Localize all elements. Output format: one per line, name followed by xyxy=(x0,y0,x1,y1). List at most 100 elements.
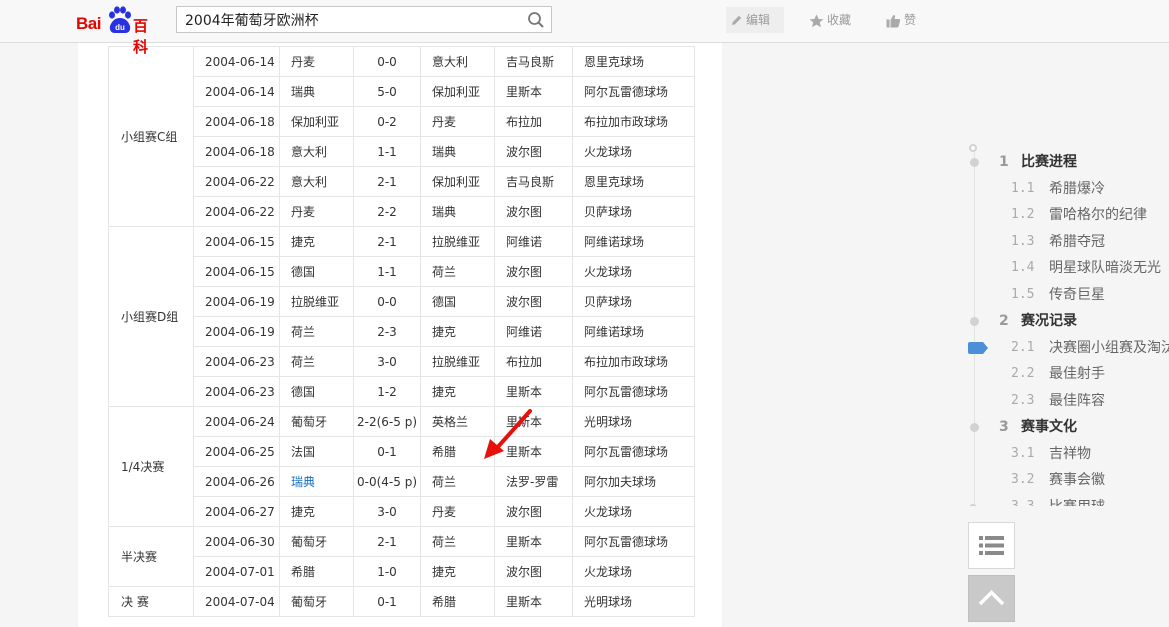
baidu-baike-logo[interactable]: Bai du 百科 xyxy=(76,6,162,56)
catalog-number: 1.5 xyxy=(1011,286,1035,302)
home-team-cell: 意大利 xyxy=(279,166,354,197)
table-row: 2004-06-22 意大利 2-1 保加利亚 吉马良斯 恩里克球场 xyxy=(109,166,695,197)
favorite-button[interactable]: 收藏 xyxy=(805,7,861,33)
away-team-cell: 拉脱维亚 xyxy=(420,226,495,257)
edit-button[interactable]: 编辑 xyxy=(726,7,784,33)
venue-cell: 恩里克球场 xyxy=(572,46,695,77)
catalog-label: 传奇巨星 xyxy=(1049,286,1105,303)
search-input[interactable] xyxy=(177,7,525,32)
match-date-cell: 2004-06-14 xyxy=(193,76,280,107)
home-team-cell: 葡萄牙 xyxy=(279,406,354,437)
venue-cell: 阿维诺球场 xyxy=(572,316,695,347)
away-team-cell: 荷兰 xyxy=(420,256,495,287)
match-date-cell: 2004-06-14 xyxy=(193,46,280,77)
stage-cell: 小组赛C组 xyxy=(108,46,194,227)
score-cell: 2-1 xyxy=(353,166,421,197)
search-box xyxy=(176,6,552,33)
score-cell: 2-2 xyxy=(353,196,421,227)
thumbs-up-icon xyxy=(886,14,901,27)
catalog-label: 最佳射手 xyxy=(1049,366,1105,382)
favorite-label: 收藏 xyxy=(827,13,852,27)
away-team-cell: 保加利亚 xyxy=(420,76,495,107)
match-date-cell: 2004-06-18 xyxy=(193,136,280,167)
home-team-cell: 葡萄牙 xyxy=(279,526,354,557)
score-cell: 1-2 xyxy=(353,376,421,407)
home-team-cell: 法国 xyxy=(279,436,354,467)
match-date-cell: 2004-06-26 xyxy=(193,466,280,497)
catalog-number: 3 xyxy=(999,419,1009,435)
catalog-toggle-button[interactable] xyxy=(968,522,1015,569)
match-date-cell: 2004-06-18 xyxy=(193,106,280,137)
away-team-cell: 丹麦 xyxy=(420,106,495,137)
home-team-cell: 瑞典 xyxy=(279,76,354,107)
city-cell: 阿维诺 xyxy=(494,226,573,257)
away-team-cell: 德国 xyxy=(420,286,495,317)
catalog-number: 1 xyxy=(999,154,1009,170)
team-link[interactable]: 瑞典 xyxy=(291,475,315,489)
catalog-label: 决赛圈小组赛及淘汰赛 xyxy=(1049,339,1169,356)
match-date-cell: 2004-06-23 xyxy=(193,346,280,377)
match-date-cell: 2004-06-24 xyxy=(193,406,280,437)
catalog-number: 2 xyxy=(999,313,1009,329)
catalog-nav: 1 比赛进程 1.1 希腊爆冷 1.2 雷哈格尔的纪律 1.3 希腊夺冠 1.4 明星球队暗淡无光… xyxy=(960,140,1169,506)
away-team-cell: 瑞典 xyxy=(420,196,495,227)
logo-paw-text: du xyxy=(115,23,125,32)
city-cell: 波尔图 xyxy=(494,256,573,287)
away-team-cell: 意大利 xyxy=(420,46,495,77)
table-row: 2004-06-19 拉脱维亚 0-0 德国 波尔图 贝萨球场 xyxy=(109,286,695,317)
table-row: 小组赛D组 2004-06-15 捷克 2-1 拉脱维亚 阿维诺 阿维诺球场 xyxy=(108,226,695,407)
away-team-cell: 丹麦 xyxy=(420,496,495,527)
city-cell: 里斯本 xyxy=(494,586,573,617)
catalog-label: 比赛进程 xyxy=(1021,154,1077,170)
city-cell: 阿维诺 xyxy=(494,316,573,347)
table-row: 2004-06-14 瑞典 5-0 保加利亚 里斯本 阿尔瓦雷德球场 xyxy=(109,76,695,107)
home-team-cell: 丹麦 xyxy=(279,46,354,77)
venue-cell: 阿维诺球场 xyxy=(572,226,695,257)
match-date-cell: 2004-06-22 xyxy=(193,196,280,227)
city-cell: 布拉加 xyxy=(494,106,573,137)
catalog-number: 3.2 xyxy=(1011,472,1035,487)
catalog-number: 2.1 xyxy=(1011,339,1035,355)
city-cell: 波尔图 xyxy=(494,196,573,227)
home-team-cell: 希腊 xyxy=(279,556,354,587)
home-team-cell: 意大利 xyxy=(279,136,354,167)
catalog-end-ring xyxy=(969,504,977,506)
away-team-cell: 捷克 xyxy=(420,376,495,407)
table-row: 2004-06-26 瑞典 0-0(4-5 p) 荷兰 法罗-罗雷 阿尔加夫球场 xyxy=(109,466,695,497)
city-cell: 波尔图 xyxy=(494,136,573,167)
article-content: 小组赛C组 2004-06-14 丹麦 0-0 意大利 吉马良斯 恩里克球场 2004-06-… xyxy=(78,43,722,627)
city-cell: 吉马良斯 xyxy=(494,46,573,77)
score-cell: 0-2 xyxy=(353,106,421,137)
logo-text: Bai xyxy=(76,14,101,33)
score-cell: 2-1 xyxy=(353,526,421,557)
score-cell: 1-1 xyxy=(353,136,421,167)
like-button[interactable]: 赞 xyxy=(882,7,926,33)
home-team-cell: 瑞典 xyxy=(279,466,354,497)
catalog-dot xyxy=(970,423,979,432)
match-date-cell: 2004-06-19 xyxy=(193,316,280,347)
match-date-cell: 2004-06-23 xyxy=(193,376,280,407)
city-cell: 里斯本 xyxy=(494,376,573,407)
table-row: 2004-06-27 捷克 3-0 丹麦 波尔图 火龙球场 xyxy=(109,496,695,527)
search-icon[interactable] xyxy=(527,11,545,29)
catalog-label: 最佳阵容 xyxy=(1049,392,1105,409)
table-row: 2004-06-19 荷兰 2-3 捷克 阿维诺 阿维诺球场 xyxy=(109,316,695,347)
venue-cell: 贝萨球场 xyxy=(572,286,695,317)
catalog-label: 希腊爆冷 xyxy=(1049,180,1105,197)
like-label: 赞 xyxy=(904,13,917,27)
score-cell: 2-1 xyxy=(353,226,421,257)
list-icon xyxy=(979,536,1004,555)
stage-cell: 小组赛D组 xyxy=(108,226,194,407)
catalog-number: 2.2 xyxy=(1011,366,1035,381)
home-team-cell: 德国 xyxy=(279,256,354,287)
back-to-top-button[interactable] xyxy=(968,575,1015,622)
catalog-number: 1.2 xyxy=(1011,207,1035,222)
match-date-cell: 2004-06-15 xyxy=(193,226,280,257)
venue-cell: 火龙球场 xyxy=(572,256,695,287)
away-team-cell: 瑞典 xyxy=(420,136,495,167)
match-date-cell: 2004-06-30 xyxy=(193,526,280,557)
star-icon xyxy=(809,14,824,27)
home-team-cell: 荷兰 xyxy=(279,346,354,377)
venue-cell: 光明球场 xyxy=(572,586,695,617)
score-cell: 1-1 xyxy=(353,256,421,287)
